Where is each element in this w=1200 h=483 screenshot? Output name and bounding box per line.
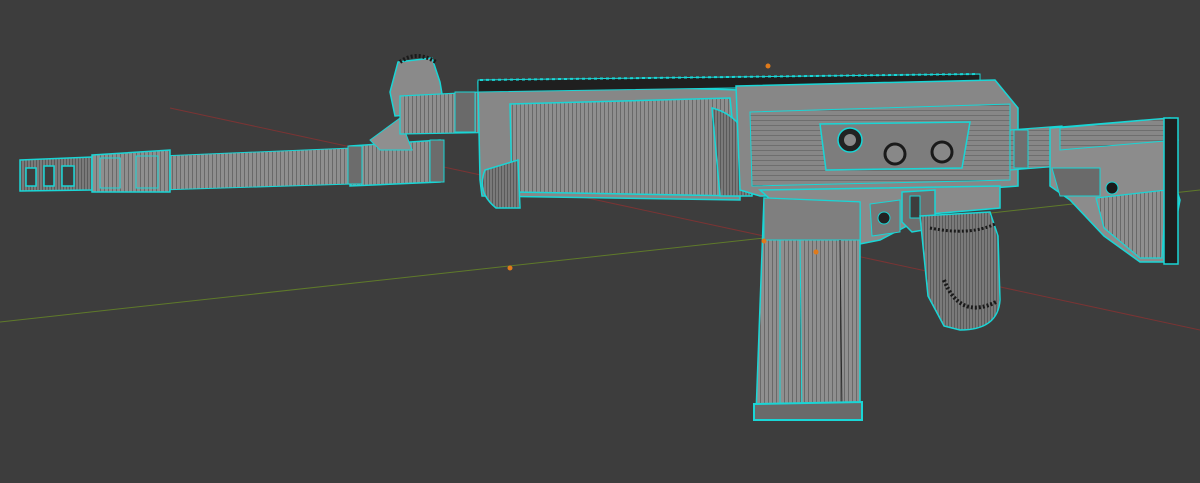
3d-viewport[interactable] xyxy=(0,0,1200,483)
object-origin-marker[interactable] xyxy=(761,238,767,244)
y-axis-line xyxy=(0,189,1200,323)
origin-marker[interactable] xyxy=(765,63,771,69)
viewport-canvas[interactable] xyxy=(0,0,1200,483)
cursor-marker[interactable] xyxy=(507,265,513,271)
magazine[interactable] xyxy=(753,197,863,421)
pistol-grip[interactable] xyxy=(919,211,1001,331)
selector-knob[interactable] xyxy=(930,140,954,164)
pivot-marker[interactable] xyxy=(813,249,819,255)
fire-selector[interactable] xyxy=(883,142,907,166)
stock[interactable] xyxy=(1049,117,1181,265)
